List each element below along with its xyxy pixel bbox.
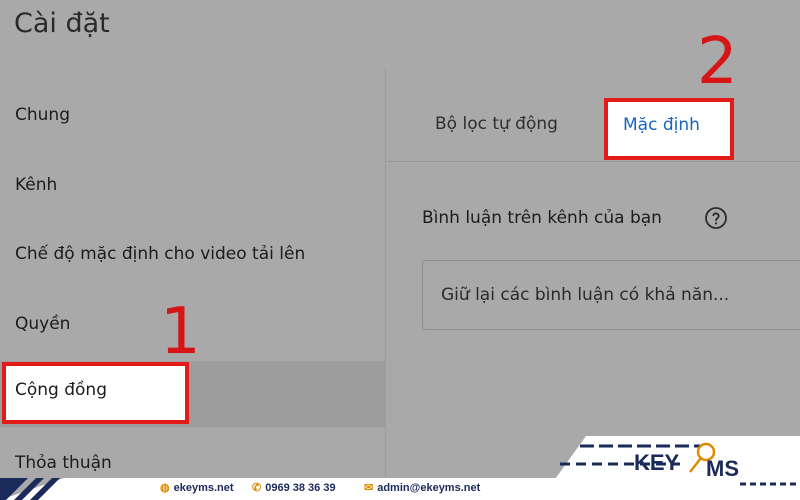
section-title: Bình luận trên kênh của bạn — [422, 208, 662, 228]
sidebar-item-label: Kênh — [15, 175, 58, 195]
sidebar-item-upload-defaults[interactable]: Chế độ mặc định cho video tải lên — [0, 221, 386, 287]
comment-setting-dropdown[interactable]: Giữ lại các bình luận có khả năn... — [422, 260, 800, 330]
sidebar-item-label: Chế độ mặc định cho video tải lên — [15, 244, 306, 264]
step-number-2: 2 — [697, 25, 738, 99]
tab-auto-filter[interactable]: Bộ lọc tự động — [435, 114, 558, 134]
sidebar-item-channel[interactable]: Kênh — [0, 152, 386, 218]
keyms-logo: KEY MS — [632, 440, 752, 481]
dropdown-value: Giữ lại các bình luận có khả năn... — [441, 285, 730, 305]
logo-text-key: KEY — [634, 450, 680, 475]
footer-phone-text: 0969 38 36 39 — [265, 481, 336, 494]
logo-text-ms: MS — [706, 456, 739, 480]
footer-email-text: admin@ekeyms.net — [377, 481, 481, 494]
sidebar-item-label: Chung — [15, 105, 70, 125]
page-header: Cài đặt — [0, 0, 800, 68]
globe-icon: ◍ — [160, 482, 170, 494]
phone-icon: ✆ — [252, 482, 262, 494]
sidebar-item-label: Quyền — [15, 314, 71, 334]
footer-email[interactable]: ✉ admin@ekeyms.net — [364, 481, 481, 495]
help-icon[interactable] — [704, 206, 728, 230]
footer-phone[interactable]: ✆ 0969 38 36 39 — [252, 481, 336, 495]
footer-website-text: ekeyms.net — [173, 481, 234, 494]
tab-default[interactable]: Mặc định — [623, 115, 700, 135]
tab-bar: Bộ lọc tự động Mặc định — [386, 68, 800, 162]
keyms-logo-graphic: KEY MS — [634, 442, 739, 481]
sidebar-item-community-label[interactable]: Cộng đồng — [15, 380, 107, 400]
mail-icon: ✉ — [364, 482, 374, 494]
sidebar-item-general[interactable]: Chung — [0, 82, 386, 148]
footer-website[interactable]: ◍ ekeyms.net — [160, 481, 234, 495]
page-title: Cài đặt — [14, 8, 110, 39]
step-number-1: 1 — [160, 295, 201, 369]
